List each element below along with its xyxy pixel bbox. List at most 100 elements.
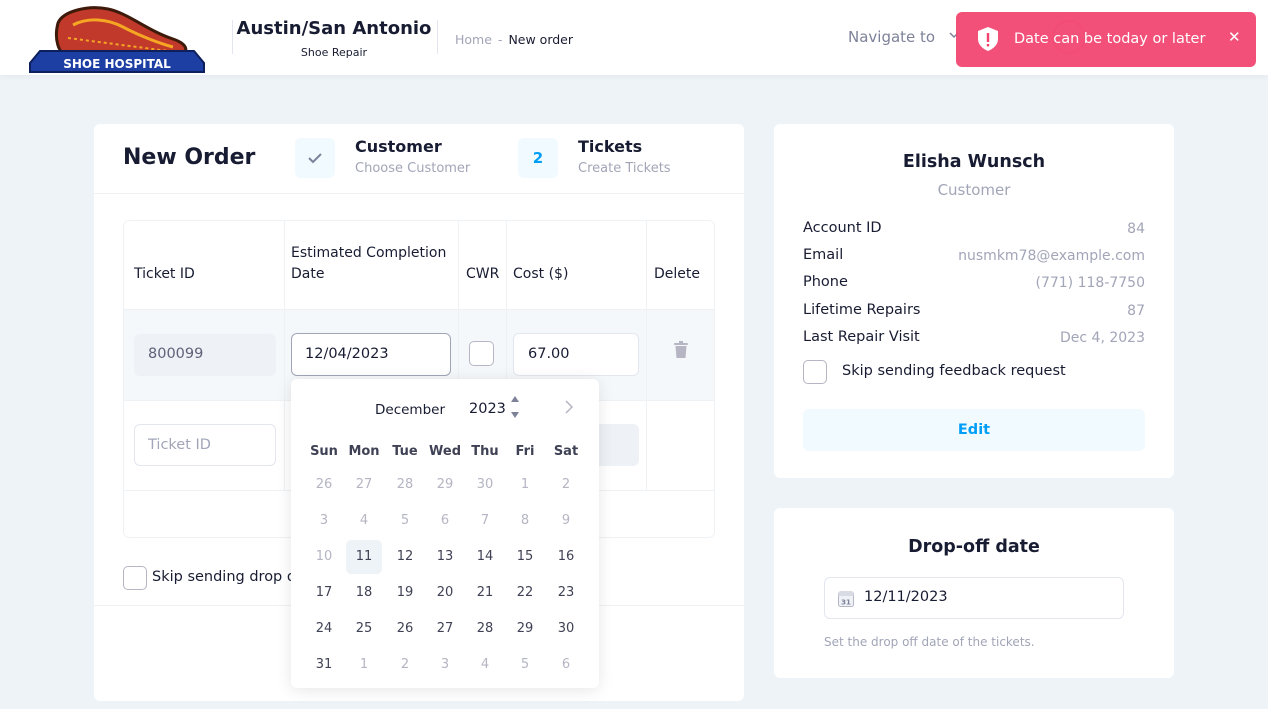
year-up-icon[interactable] <box>511 396 519 402</box>
weekday-header: Thu <box>471 444 499 459</box>
calendar-day[interactable]: 31 <box>306 648 342 682</box>
calendar-day[interactable]: 27 <box>427 612 463 646</box>
step-customer-badge <box>295 138 335 178</box>
customer-name: Elisha Wunsch <box>902 152 1046 172</box>
skip-dropoff-label: Skip sending drop off <box>152 569 291 585</box>
calendar-day[interactable]: 4 <box>467 648 503 682</box>
breadcrumb-home[interactable]: Home <box>455 32 492 47</box>
calendar-day[interactable]: 16 <box>548 540 584 574</box>
info-label-last-visit: Last Repair Visit <box>803 329 920 345</box>
ticket-id-field[interactable]: 800099 <box>134 334 276 376</box>
calendar-day[interactable]: 14 <box>467 540 503 574</box>
calendar-day[interactable]: 20 <box>427 576 463 610</box>
completion-date-input[interactable]: 12/04/2023 <box>291 333 451 376</box>
calendar-day[interactable]: 1 <box>507 468 543 502</box>
store-name: Austin/San Antonio <box>236 18 432 39</box>
skip-feedback-checkbox[interactable] <box>803 360 827 384</box>
close-icon[interactable]: ✕ <box>1228 30 1241 45</box>
weekday-header: Tue <box>392 444 418 459</box>
calendar-day[interactable]: 3 <box>427 648 463 682</box>
calendar-day[interactable]: 25 <box>346 612 382 646</box>
calendar-day[interactable]: 19 <box>387 576 423 610</box>
calendar-day[interactable]: 17 <box>306 576 342 610</box>
calendar-day[interactable]: 22 <box>507 576 543 610</box>
customer-role: Customer <box>937 181 1011 199</box>
trash-icon[interactable] <box>673 341 689 359</box>
column-header-ticket-id: Ticket ID <box>134 266 195 282</box>
chevron-right-icon[interactable] <box>564 399 574 415</box>
info-value-account-id: 84 <box>1127 221 1145 237</box>
calendar-day[interactable]: 28 <box>387 468 423 502</box>
dropoff-title: Drop-off date <box>908 537 1040 557</box>
calendar-day[interactable]: 5 <box>507 648 543 682</box>
weekday-header: Mon <box>348 444 380 459</box>
weekday-header: Sun <box>310 444 338 459</box>
calendar-day[interactable]: 30 <box>467 468 503 502</box>
calendar-day[interactable]: 1 <box>346 648 382 682</box>
toast-message: Date can be today or later <box>1014 31 1206 47</box>
column-divider <box>646 221 647 490</box>
calendar-day[interactable]: 29 <box>427 468 463 502</box>
calendar-day[interactable]: 6 <box>427 504 463 538</box>
column-header-cost: Cost ($) <box>513 266 569 282</box>
calendar-day[interactable]: 15 <box>507 540 543 574</box>
logo-text: SHOE HOSPITAL <box>63 57 171 71</box>
calendar-day[interactable]: 3 <box>306 504 342 538</box>
step-tickets-badge: 2 <box>518 138 558 178</box>
calendar-day[interactable]: 13 <box>427 540 463 574</box>
breadcrumb-current: New order <box>508 32 574 47</box>
calendar-day[interactable]: 18 <box>346 576 382 610</box>
calendar-day[interactable]: 26 <box>306 468 342 502</box>
calendar-month-select[interactable]: December <box>375 402 445 418</box>
navigate-to-menu[interactable]: Navigate to <box>848 28 935 46</box>
info-value-last-visit: Dec 4, 2023 <box>1060 330 1145 346</box>
store-subtitle: Shoe Repair <box>300 46 368 59</box>
calendar-day[interactable]: 2 <box>387 648 423 682</box>
shoe-hospital-logo[interactable]: SHOE HOSPITAL <box>28 3 206 73</box>
calendar-day[interactable]: 21 <box>467 576 503 610</box>
header-divider <box>437 20 438 54</box>
row-divider <box>124 309 714 310</box>
calendar-day[interactable]: 7 <box>467 504 503 538</box>
dropoff-date-value: 12/11/2023 <box>864 589 948 605</box>
info-label-account-id: Account ID <box>803 220 882 236</box>
info-value-email: nusmkm78@example.com <box>958 248 1145 264</box>
shield-alert-icon <box>978 27 998 51</box>
new-ticket-id-input[interactable]: Ticket ID <box>134 424 276 466</box>
calendar-day[interactable]: 29 <box>507 612 543 646</box>
calendar-day[interactable]: 9 <box>548 504 584 538</box>
column-header-cwr: CWR <box>466 266 500 282</box>
calendar-day[interactable]: 23 <box>548 576 584 610</box>
card-divider <box>94 193 744 194</box>
edit-customer-button[interactable]: Edit <box>803 409 1145 451</box>
skip-feedback-label: Skip sending feedback request <box>842 363 1066 379</box>
calendar-day[interactable]: 6 <box>548 648 584 682</box>
calendar-icon-text: 31 <box>841 599 851 607</box>
step-tickets-subtitle: Create Tickets <box>578 161 671 176</box>
calendar-day[interactable]: 26 <box>387 612 423 646</box>
calendar-day[interactable]: 11 <box>346 540 382 574</box>
calendar-day[interactable]: 30 <box>548 612 584 646</box>
weekday-header: Fri <box>515 444 535 459</box>
skip-dropoff-checkbox[interactable] <box>123 566 147 590</box>
column-divider <box>284 221 285 490</box>
info-label-lifetime-repairs: Lifetime Repairs <box>803 302 921 318</box>
calendar-day[interactable]: 27 <box>346 468 382 502</box>
check-icon <box>308 153 322 164</box>
calendar-year-input[interactable]: 2023 <box>469 401 506 417</box>
cwr-checkbox[interactable] <box>469 341 494 366</box>
year-down-icon[interactable] <box>511 412 519 418</box>
cost-input[interactable]: 67.00 <box>513 333 639 376</box>
calendar-day[interactable]: 12 <box>387 540 423 574</box>
weekday-header: Wed <box>429 444 461 459</box>
calendar-day[interactable]: 8 <box>507 504 543 538</box>
weekday-header: Sat <box>553 444 579 459</box>
column-header-completion-line1: Estimated Completion <box>291 245 447 261</box>
calendar-day[interactable]: 2 <box>548 468 584 502</box>
calendar-day[interactable]: 5 <box>387 504 423 538</box>
calendar-day[interactable]: 28 <box>467 612 503 646</box>
calendar-day[interactable]: 10 <box>306 540 342 574</box>
breadcrumb: Home - New order <box>455 32 573 47</box>
calendar-day[interactable]: 4 <box>346 504 382 538</box>
calendar-day[interactable]: 24 <box>306 612 342 646</box>
